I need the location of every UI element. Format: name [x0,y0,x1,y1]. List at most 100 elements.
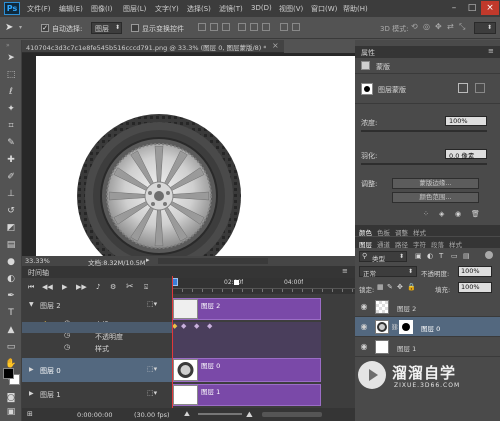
menu-filter[interactable]: 滤镜(T) [219,4,243,14]
clone-stamp-tool-icon[interactable]: ⊥ [5,188,17,200]
menu-3d[interactable]: 3D(D) [251,4,272,12]
blend-mode-dropdown[interactable]: 正常 ⬍ [359,266,417,278]
audio-icon[interactable]: ♪ [96,283,100,291]
time-ruler[interactable]: 02:00f 04:00f [172,278,355,294]
lasso-tool-icon[interactable]: ℓ [5,86,17,98]
layer-2-visibility-eye-icon[interactable]: ◉ [358,301,370,313]
maximize-button[interactable]: □ [463,1,481,15]
play-icon[interactable]: ▶ [62,283,67,291]
auto-select-dropdown[interactable]: 图层 ⬍ [91,22,122,34]
work-area-end-handle[interactable] [234,280,239,285]
disable-mask-icon[interactable]: ◉ [455,210,461,218]
blur-tool-icon[interactable]: ● [5,256,17,268]
color-range-button[interactable]: 颜色范围... [392,192,479,203]
settings-icon[interactable]: ⚙ [110,283,116,291]
toolbar-collapse-icon[interactable]: » [6,42,10,49]
lock-image-icon[interactable]: ✎ [387,283,393,291]
load-selection-icon[interactable]: ⁘ [423,210,429,218]
align-hcenter-icon[interactable] [250,23,258,31]
keyframe-3-icon[interactable]: ◆ [194,322,199,330]
lock-all-icon[interactable]: 🔒 [407,283,416,291]
brush-tool-icon[interactable]: ✐ [5,171,17,183]
type-tool-icon[interactable]: T [5,307,17,319]
tab-layer-styles[interactable]: 样式 [449,239,462,249]
screen-mode-icon[interactable]: ▣ [5,406,17,418]
layer-row-2[interactable]: ◉ 图层 2 [355,297,500,317]
tab-color[interactable]: 颜色 [359,227,372,237]
filter-pixel-icon[interactable]: ▣ [415,252,422,260]
mask-edge-button[interactable]: 蒙版边缘... [392,178,479,189]
lock-position-icon[interactable]: ✥ [397,283,403,291]
layer-1-visibility-eye-icon[interactable]: ◉ [358,341,370,353]
properties-menu-icon[interactable]: ≡ [488,47,494,55]
apply-mask-icon[interactable]: ◈ [439,210,444,218]
filter-smart-object-icon[interactable]: ▤ [463,252,470,260]
tab-styles[interactable]: 样式 [413,227,426,237]
history-brush-tool-icon[interactable]: ↺ [5,205,17,217]
layer-1-name[interactable]: 图层 1 [397,343,416,353]
layer-1-clip-menu-icon[interactable]: ⬚▾ [147,389,157,397]
style-stopwatch-icon[interactable]: ◷ [64,343,70,351]
minimize-button[interactable]: – [445,1,463,15]
expand-layer-0-icon[interactable]: ▶ [29,366,34,373]
3d-slide-icon[interactable]: ⇄ [447,22,454,31]
tab-swatches[interactable]: 色板 [377,227,390,237]
tab-channels[interactable]: 通道 [377,239,390,249]
layer-row-0[interactable]: ◉ ⛓ 图层 0 [355,317,500,337]
move-tool-icon[interactable]: ➤ [5,22,13,33]
align-vcenter-icon[interactable] [210,23,218,31]
convert-frame-animation-icon[interactable]: ⊞ [27,410,33,418]
opacity-input[interactable]: 100% [458,266,492,277]
3d-roll-icon[interactable]: ◎ [423,22,430,31]
gradient-tool-icon[interactable]: ▤ [5,239,17,251]
filter-type-icon[interactable]: T [439,252,443,260]
horizontal-scrollbar[interactable] [158,258,268,264]
menu-file[interactable]: 文件(F) [27,4,51,14]
canvas[interactable] [36,56,355,256]
lock-transparent-icon[interactable]: ▦ [377,283,384,291]
menu-select[interactable]: 选择(S) [187,4,211,14]
timeline-scrollbar[interactable] [262,412,322,417]
transition-icon[interactable]: ⌺ [144,283,148,292]
menu-view[interactable]: 视图(V) [279,4,303,14]
menu-image[interactable]: 图像(I) [91,4,113,14]
eyedropper-tool-icon[interactable]: ✎ [5,137,17,149]
density-input[interactable]: 100% [445,116,487,126]
prev-frame-icon[interactable]: ◀◀ [42,283,53,291]
tool-preset-chevron-icon[interactable]: ▾ [19,24,22,31]
move-tool-icon[interactable]: ➤ [5,52,17,64]
layer-row-1[interactable]: ◉ 图层 1 [355,337,500,357]
auto-select-checkbox[interactable]: ✓ [41,24,49,32]
split-clip-icon[interactable]: ✂ [126,282,134,292]
layer-0-mask-thumbnail[interactable] [399,320,413,334]
magic-wand-tool-icon[interactable]: ✦ [5,103,17,115]
eraser-tool-icon[interactable]: ◩ [5,222,17,234]
mask-link-icon[interactable]: ⛓ [391,324,399,331]
timeline-menu-icon[interactable]: ≡ [342,267,348,275]
3d-pan-icon[interactable]: ✥ [435,22,442,31]
tab-layers[interactable]: 图层 [359,239,372,249]
layer-1-row[interactable]: ▶ 图层 1 ⬚▾ [22,384,172,404]
align-right-icon[interactable] [262,23,270,31]
zoom-level[interactable]: 33.33% [25,257,50,265]
menu-edit[interactable]: 编辑(E) [59,4,83,14]
zoom-out-timeline-icon[interactable]: ⛰ [184,410,190,419]
layer-1-clip[interactable]: 图层 1 [172,384,321,406]
3d-scale-icon[interactable]: ⤡ [459,22,465,32]
filter-toggle-icon[interactable] [485,251,493,259]
foreground-color-swatch[interactable] [3,368,14,379]
close-button[interactable]: × [481,1,499,15]
feather-input[interactable]: 0.0 像素 [445,149,487,160]
show-transform-checkbox[interactable] [131,24,139,32]
delete-mask-icon[interactable]: 🗑 [471,210,480,218]
feather-slider[interactable] [361,163,487,165]
close-tab-icon[interactable]: × [272,41,279,50]
next-frame-icon[interactable]: ▶▶ [76,283,87,291]
shape-tool-icon[interactable]: ▭ [5,341,17,353]
align-bottom-icon[interactable] [222,23,230,31]
align-top-icon[interactable] [198,23,206,31]
document-tab[interactable]: 410704c3d3c7c1e8fe545b516cccd791.png @ 3… [22,40,284,53]
layer-2-clip-menu-icon[interactable]: ⬚▾ [147,300,157,308]
status-menu-chevron-icon[interactable]: ▸ [146,256,150,264]
menu-help[interactable]: 帮助(H) [343,4,368,14]
